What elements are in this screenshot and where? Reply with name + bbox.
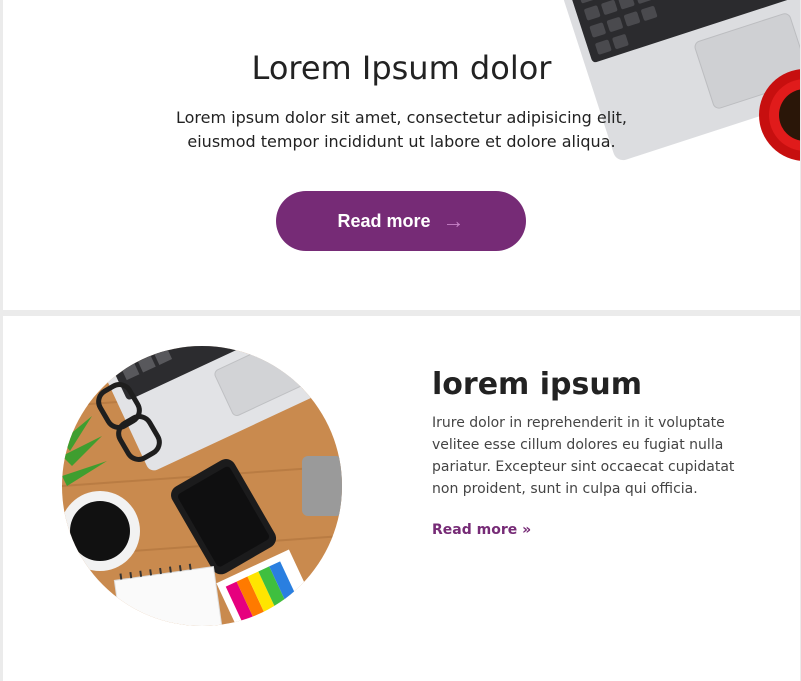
read-more-button-label: Read more bbox=[337, 210, 431, 231]
hero-description: Lorem ipsum dolor sit amet, consectetur … bbox=[176, 108, 627, 151]
read-more-button[interactable]: Read more → bbox=[276, 191, 526, 251]
feature-section: lorem ipsum Irure dolor in reprehenderit… bbox=[3, 316, 800, 681]
feature-read-more-link[interactable]: Read more » bbox=[432, 522, 531, 538]
feature-description: Irure dolor in reprehenderit in it volup… bbox=[432, 415, 735, 497]
hero-title: Lorem Ipsum dolor bbox=[251, 49, 552, 87]
hero-section: Lorem Ipsum dolor Lorem ipsum dolor sit … bbox=[3, 0, 800, 310]
feature-title: lorem ipsum bbox=[432, 367, 642, 402]
desk-workspace-image bbox=[62, 346, 342, 626]
arrow-right-icon: → bbox=[442, 208, 465, 233]
